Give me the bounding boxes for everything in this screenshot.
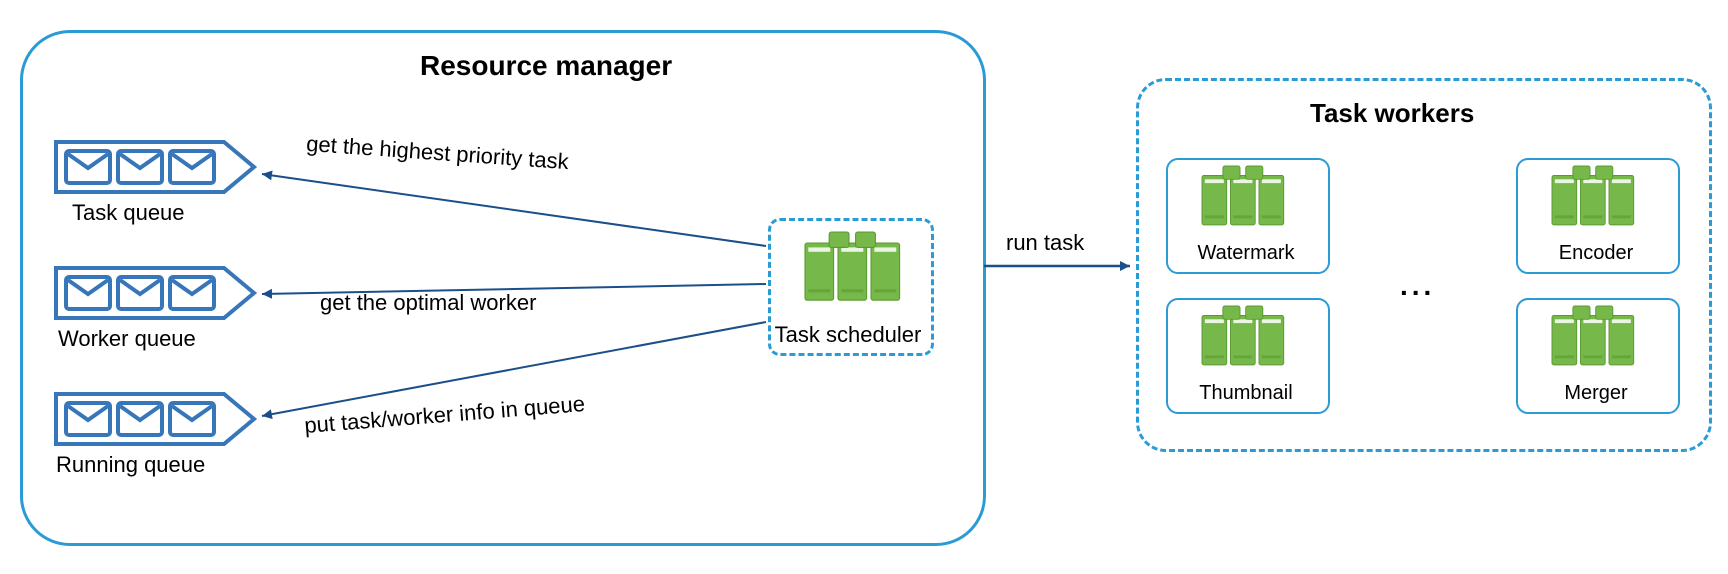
worker-ellipsis: ... [1400, 270, 1435, 302]
worker-merger-label: Merger [1516, 382, 1676, 405]
run-task-label: run task [1006, 230, 1084, 256]
task-queue-label: Task queue [72, 200, 185, 226]
task-workers-title: Task workers [1310, 98, 1474, 129]
edge-label-optimal-worker: get the optimal worker [320, 290, 536, 316]
task-scheduler-label: Task scheduler [768, 322, 928, 348]
worker-thumbnail-label: Thumbnail [1166, 382, 1326, 405]
worker-queue-label: Worker queue [58, 326, 196, 352]
worker-encoder-label: Encoder [1516, 242, 1676, 265]
worker-watermark-label: Watermark [1166, 242, 1326, 265]
running-queue-label: Running queue [56, 452, 205, 478]
resource-manager-title: Resource manager [420, 50, 672, 82]
diagram-root: Resource manager Task workers Task sched… [0, 0, 1728, 574]
